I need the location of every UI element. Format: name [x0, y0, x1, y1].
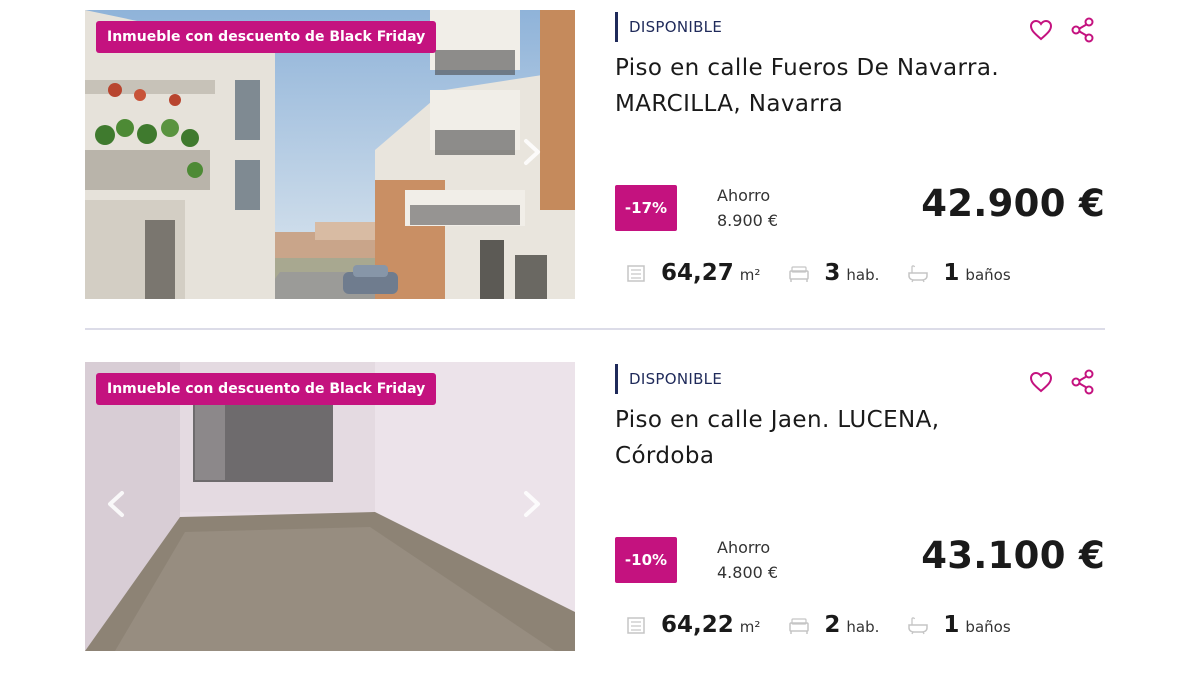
rooms-feature: 3 hab.: [788, 260, 879, 286]
saving-label: Ahorro: [717, 186, 771, 205]
saving-value: 4.800 €: [717, 563, 779, 582]
area-icon: [627, 265, 645, 282]
baths-value: 1: [943, 260, 960, 286]
saving-block: Ahorro 4.800 €: [717, 538, 778, 582]
features-row: 64,27 m² 3 hab. 1 baños: [625, 260, 1039, 286]
next-photo-button[interactable]: [523, 138, 553, 172]
favorite-button[interactable]: [1027, 368, 1055, 396]
divider: [85, 328, 1105, 330]
listing-title[interactable]: Piso en calle Jaen. LUCENA, Córdoba: [615, 402, 1035, 474]
listing-info: DISPONIBLE Piso en calle Jaen. LUCENA, C…: [615, 362, 1105, 652]
bath-icon: [908, 617, 929, 635]
baths-feature: 1 baños: [907, 612, 1011, 638]
price: 43.100 €: [921, 534, 1105, 577]
saving-label: Ahorro: [717, 538, 771, 557]
share-icon: [1071, 17, 1094, 43]
interior-photo: [85, 362, 575, 651]
listing-card[interactable]: Inmueble con descuento de Black Friday D…: [85, 362, 1105, 652]
listing-actions: [1027, 368, 1097, 396]
share-button[interactable]: [1069, 368, 1097, 396]
heart-icon: [1029, 19, 1053, 41]
rooms-unit: hab.: [846, 266, 880, 284]
bed-icon: [789, 266, 810, 282]
black-friday-tag: Inmueble con descuento de Black Friday: [96, 21, 437, 53]
status-text: DISPONIBLE: [629, 18, 723, 36]
price: 42.900 €: [921, 182, 1105, 225]
street-photo: [85, 10, 575, 299]
listing-title[interactable]: Piso en calle Fueros De Navarra. MARCILL…: [615, 50, 1035, 122]
listing-info: DISPONIBLE Piso en calle Fueros De Navar…: [615, 10, 1105, 300]
rooms-feature: 2 hab.: [788, 612, 879, 638]
status-badge: DISPONIBLE: [615, 364, 722, 394]
favorite-button[interactable]: [1027, 16, 1055, 44]
area-unit: m²: [739, 618, 761, 636]
area-icon: [627, 617, 645, 634]
baths-unit: baños: [965, 618, 1011, 636]
status-text: DISPONIBLE: [629, 370, 723, 388]
baths-value: 1: [943, 612, 960, 638]
share-button[interactable]: [1069, 16, 1097, 44]
status-badge: DISPONIBLE: [615, 12, 722, 42]
chevron-right-icon: [524, 139, 540, 165]
status-marker: [615, 364, 618, 394]
saving-value: 8.900 €: [717, 211, 779, 230]
saving-block: Ahorro 8.900 €: [717, 186, 778, 230]
rooms-value: 3: [824, 260, 841, 286]
area-unit: m²: [739, 266, 761, 284]
bed-icon: [789, 618, 810, 634]
chevron-left-icon: [108, 491, 124, 517]
bath-icon: [908, 265, 929, 283]
discount-badge: -17%: [615, 185, 677, 231]
next-photo-button[interactable]: [523, 490, 553, 524]
listing-photo[interactable]: Inmueble con descuento de Black Friday: [85, 362, 575, 651]
area-feature: 64,22 m²: [625, 612, 760, 638]
area-value: 64,27: [661, 260, 734, 286]
listing-actions: [1027, 16, 1097, 44]
listing-card[interactable]: Inmueble con descuento de Black Friday D…: [85, 10, 1105, 300]
black-friday-tag: Inmueble con descuento de Black Friday: [96, 373, 437, 405]
share-icon: [1071, 369, 1094, 395]
prev-photo-button[interactable]: [107, 490, 137, 524]
discount-badge: -10%: [615, 537, 677, 583]
baths-feature: 1 baños: [907, 260, 1011, 286]
features-row: 64,22 m² 2 hab. 1 baños: [625, 612, 1039, 638]
area-feature: 64,27 m²: [625, 260, 760, 286]
area-value: 64,22: [661, 612, 734, 638]
baths-unit: baños: [965, 266, 1011, 284]
listing-photo[interactable]: Inmueble con descuento de Black Friday: [85, 10, 575, 299]
heart-icon: [1029, 371, 1053, 393]
chevron-right-icon: [524, 491, 540, 517]
rooms-value: 2: [824, 612, 841, 638]
rooms-unit: hab.: [846, 618, 880, 636]
status-marker: [615, 12, 618, 42]
